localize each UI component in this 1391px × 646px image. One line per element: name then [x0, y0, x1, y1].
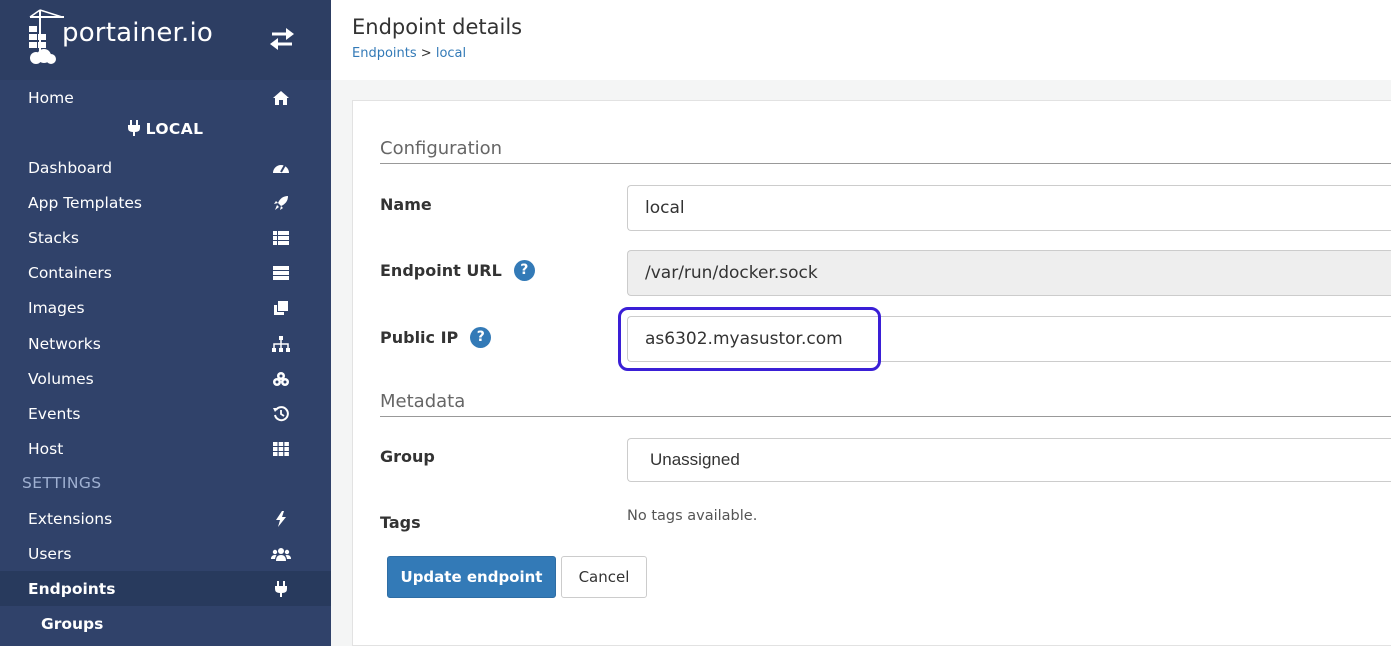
brand-name: portainer.io	[62, 18, 214, 48]
portainer-logo-icon	[29, 9, 64, 64]
history-icon	[271, 405, 291, 423]
users-icon	[271, 545, 291, 563]
bolt-icon	[271, 510, 291, 528]
endpoint-form-panel: Configuration Name Endpoint URL ? Public…	[352, 100, 1391, 646]
public-ip-label-text: Public IP	[380, 328, 459, 347]
endpoint-url-label-text: Endpoint URL	[380, 261, 502, 280]
configuration-divider	[380, 163, 1391, 164]
name-label-text: Name	[380, 195, 432, 214]
clone-icon	[271, 299, 291, 317]
breadcrumb-separator: >	[420, 46, 432, 61]
sidebar: portainer.io Home LOCAL Dashboard App Te…	[0, 0, 331, 646]
sidebar-item-endpoints[interactable]: Endpoints	[0, 571, 331, 606]
breadcrumb: Endpoints > local	[352, 46, 466, 61]
breadcrumb-endpoints-link[interactable]: Endpoints	[352, 46, 417, 61]
plug-icon	[127, 120, 140, 136]
sidebar-item-extensions[interactable]: Extensions	[0, 501, 331, 536]
sidebar-item-images[interactable]: Images	[0, 290, 331, 325]
endpoint-name: LOCAL	[145, 120, 204, 138]
th-icon	[271, 440, 291, 458]
tachometer-icon	[271, 159, 291, 177]
configuration-legend: Configuration	[380, 138, 503, 159]
name-label: Name	[380, 195, 432, 214]
metadata-divider	[380, 416, 1391, 417]
update-endpoint-button[interactable]: Update endpoint	[387, 556, 556, 598]
public-ip-label: Public IP ?	[380, 327, 492, 348]
sidebar-item-groups[interactable]: Groups	[0, 606, 331, 641]
breadcrumb-current[interactable]: local	[436, 46, 466, 61]
sidebar-item-volumes[interactable]: Volumes	[0, 361, 331, 396]
settings-heading: SETTINGS	[22, 474, 102, 492]
group-selected-value: Unassigned	[650, 450, 740, 469]
tags-label: Tags	[380, 513, 421, 532]
sidebar-item-events[interactable]: Events	[0, 396, 331, 431]
plug-icon	[271, 580, 291, 598]
endpoint-url-label: Endpoint URL ?	[380, 260, 535, 281]
sitemap-icon	[271, 335, 291, 353]
sidebar-item-containers[interactable]: Containers	[0, 255, 331, 290]
help-icon[interactable]: ?	[470, 327, 492, 348]
group-label: Group	[380, 447, 435, 466]
endpoint-url-input[interactable]	[627, 250, 1391, 296]
rocket-icon	[271, 194, 291, 212]
sidebar-item-home[interactable]: Home	[0, 80, 331, 115]
name-input[interactable]	[627, 185, 1391, 231]
tags-label-text: Tags	[380, 513, 421, 532]
sidebar-item-users[interactable]: Users	[0, 536, 331, 571]
sidebar-item-app-templates[interactable]: App Templates	[0, 185, 331, 220]
group-select[interactable]: Unassigned	[627, 438, 1391, 482]
server-icon	[271, 264, 291, 282]
brand-header: portainer.io	[0, 0, 331, 80]
current-endpoint: LOCAL	[0, 120, 331, 138]
page-header: Endpoint details Endpoints > local	[331, 0, 1391, 80]
page-title: Endpoint details	[352, 15, 523, 39]
home-icon	[271, 89, 291, 107]
sidebar-item-networks[interactable]: Networks	[0, 326, 331, 361]
sidebar-item-label: Groups	[41, 614, 104, 633]
sidebar-item-dashboard[interactable]: Dashboard	[0, 150, 331, 185]
metadata-legend: Metadata	[380, 391, 466, 412]
group-label-text: Group	[380, 447, 435, 466]
sidebar-item-host[interactable]: Host	[0, 431, 331, 466]
sidebar-item-stacks[interactable]: Stacks	[0, 220, 331, 255]
cubes-icon	[271, 370, 291, 388]
th-list-icon	[271, 229, 291, 247]
help-icon[interactable]: ?	[513, 260, 535, 281]
no-tags-message: No tags available.	[627, 508, 758, 524]
cancel-button[interactable]: Cancel	[561, 556, 647, 598]
public-ip-input[interactable]	[627, 316, 1391, 362]
sidebar-toggle-icon[interactable]	[268, 26, 296, 52]
